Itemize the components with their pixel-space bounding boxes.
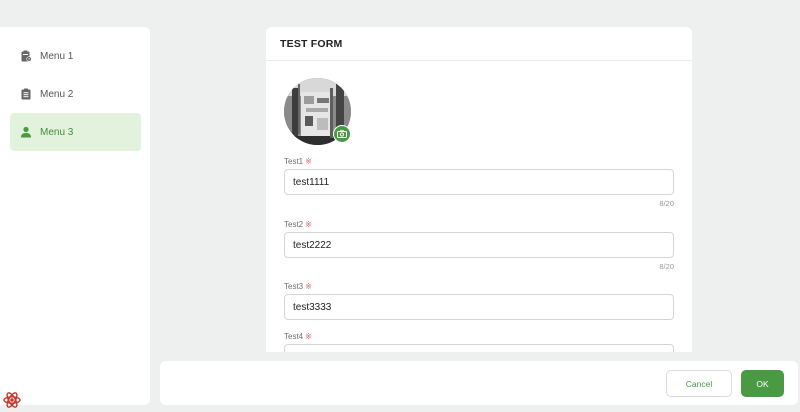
- sidebar-item-menu-3[interactable]: Menu 3: [10, 113, 141, 151]
- action-bar: Cancel OK: [160, 361, 798, 405]
- sidebar-item-menu-1[interactable]: Menu 1: [10, 37, 141, 75]
- form-title: TEST FORM: [266, 27, 692, 61]
- ok-button[interactable]: OK: [741, 370, 784, 397]
- clipboard-list-icon: [20, 88, 32, 100]
- form-card: TEST FORM Test1 ※ test1111 8/20 Test2 ※ …: [266, 27, 692, 352]
- react-logo-icon: [2, 390, 22, 410]
- field-label: Test1 ※: [284, 157, 312, 166]
- char-counter: 8/20: [659, 262, 674, 271]
- camera-icon: [337, 125, 347, 143]
- sidebar-item-label: Menu 3: [40, 126, 74, 138]
- char-counter: 8/20: [659, 199, 674, 208]
- field-label: Test4 ※: [284, 332, 312, 341]
- test1-input[interactable]: [284, 169, 674, 195]
- required-mark: ※: [305, 282, 312, 291]
- required-mark: ※: [305, 157, 312, 166]
- field-test1: Test1※ 8/20: [284, 156, 674, 208]
- cancel-button[interactable]: Cancel: [666, 370, 732, 397]
- required-mark: ※: [305, 220, 312, 229]
- field-label: Test2 ※: [284, 220, 312, 229]
- field-test3: Test3 ※: [284, 281, 674, 320]
- field-test2: Test2※ 8/20: [284, 219, 674, 271]
- person-icon: [20, 126, 32, 138]
- avatar-uploader[interactable]: [284, 78, 352, 146]
- test3-input[interactable]: [284, 294, 674, 320]
- sidebar-item-label: Menu 2: [40, 88, 74, 100]
- clipboard-clock-icon: [20, 50, 32, 62]
- test4-input[interactable]: [284, 344, 674, 352]
- field-test4: Test4 ※: [284, 331, 674, 352]
- sidebar-item-label: Menu 1: [40, 50, 74, 62]
- camera-button[interactable]: [333, 125, 351, 143]
- sidebar: Menu 1 Menu 2 Menu 3: [0, 27, 150, 405]
- field-label: Test3 ※: [284, 282, 312, 291]
- test2-input[interactable]: [284, 232, 674, 258]
- required-mark: ※: [305, 332, 312, 341]
- sidebar-item-menu-2[interactable]: Menu 2: [10, 75, 141, 113]
